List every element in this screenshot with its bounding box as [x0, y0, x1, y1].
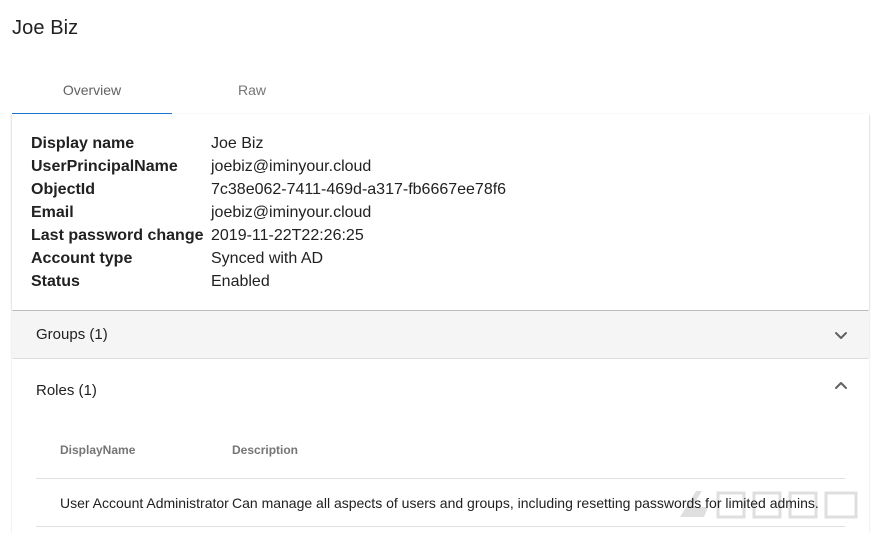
detail-value: joebiz@iminyour.cloud [211, 158, 372, 175]
detail-key: Display name [31, 135, 135, 152]
detail-row-email: Email joebiz@iminyour.cloud [31, 201, 506, 224]
detail-row-status: Status Enabled [31, 270, 506, 293]
tab-bar: Overview Raw [12, 66, 869, 115]
detail-value: Joe Biz [211, 135, 264, 152]
groups-panel-header[interactable]: Groups (1) [12, 311, 869, 358]
detail-value: Enabled [211, 273, 270, 290]
tab-raw[interactable]: Raw [172, 66, 332, 114]
detail-value: 2019-11-22T22:26:25 [211, 227, 364, 244]
column-header-description: Description [232, 443, 299, 457]
roles-panel: Roles (1) DisplayName Description User A… [12, 359, 869, 533]
detail-row-last-password-change: Last password change 2019-11-22T22:26:25 [31, 224, 506, 247]
groups-panel: Groups (1) [12, 311, 869, 358]
detail-key: Last password change [31, 227, 204, 244]
table-row: User Account Administrator Can manage al… [36, 479, 845, 527]
detail-key: Account type [31, 250, 133, 267]
tab-raw-label: Raw [237, 82, 266, 98]
detail-value: 7c38e062-7411-469d-a317-fb6667ee78f6 [211, 181, 507, 198]
detail-row-display-name: Display name Joe Biz [31, 132, 506, 155]
detail-row-object-id: ObjectId 7c38e062-7411-469d-a317-fb6667e… [31, 178, 506, 201]
detail-value: Synced with AD [211, 250, 324, 267]
detail-key: Status [31, 273, 80, 290]
detail-row-upn: UserPrincipalName joebiz@iminyour.cloud [31, 155, 506, 178]
chevron-up-icon[interactable] [834, 379, 848, 393]
overview-details-card: Display name Joe Biz UserPrincipalName j… [12, 114, 869, 310]
tab-overview[interactable]: Overview [12, 66, 172, 115]
detail-key: ObjectId [31, 181, 96, 198]
roles-panel-header[interactable]: Roles (1) [12, 359, 869, 406]
tab-overview-label: Overview [62, 82, 122, 98]
user-details-page: Joe Biz Overview Raw Display name Joe Bi… [0, 0, 882, 533]
detail-value: joebiz@iminyour.cloud [211, 204, 372, 221]
roles-panel-title: Roles (1) [36, 382, 97, 399]
column-header-displayname: DisplayName [60, 443, 136, 457]
page-title: Joe Biz [12, 17, 79, 39]
details-table: Display name Joe Biz UserPrincipalName j… [31, 132, 506, 293]
chevron-down-icon[interactable] [834, 328, 848, 342]
roles-table-header: DisplayName Description [36, 433, 845, 479]
detail-key: UserPrincipalName [31, 158, 178, 175]
role-display-name: User Account Administrator [60, 495, 229, 511]
roles-table: DisplayName Description User Account Adm… [36, 433, 845, 527]
detail-row-account-type: Account type Synced with AD [31, 247, 506, 270]
role-description: Can manage all aspects of users and grou… [232, 495, 819, 511]
detail-key: Email [31, 204, 74, 221]
groups-panel-title: Groups (1) [36, 326, 108, 343]
